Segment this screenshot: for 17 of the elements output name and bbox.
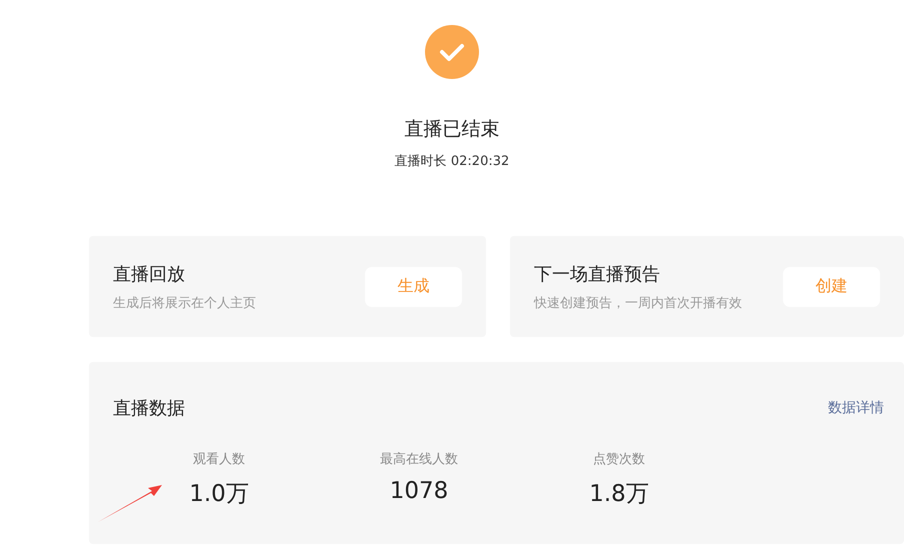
card-subtitle: 快速创建预告，一周内首次开播有效 [534, 294, 742, 312]
status-title: 直播已结束 [404, 117, 500, 142]
stat-label: 观看人数 [193, 451, 245, 468]
stats-title: 直播数据 [113, 397, 185, 420]
card-title: 下一场直播预告 [534, 262, 661, 286]
check-icon [425, 25, 479, 79]
stat-label: 点赞次数 [593, 451, 645, 468]
stat-label: 最高在线人数 [380, 451, 458, 468]
stat-value: 1078 [390, 478, 448, 504]
stat-value: 1.0万 [189, 480, 249, 509]
stat-value: 1.8万 [589, 480, 649, 509]
card-title: 直播回放 [113, 262, 186, 286]
duration-text: 直播时长 02:20:32 [394, 153, 510, 170]
card-subtitle: 生成后将展示在个人主页 [113, 294, 256, 312]
action-button[interactable]: 生成 [365, 266, 462, 306]
details-link[interactable]: 数据详情 [828, 399, 884, 417]
action-button[interactable]: 创建 [783, 266, 880, 306]
